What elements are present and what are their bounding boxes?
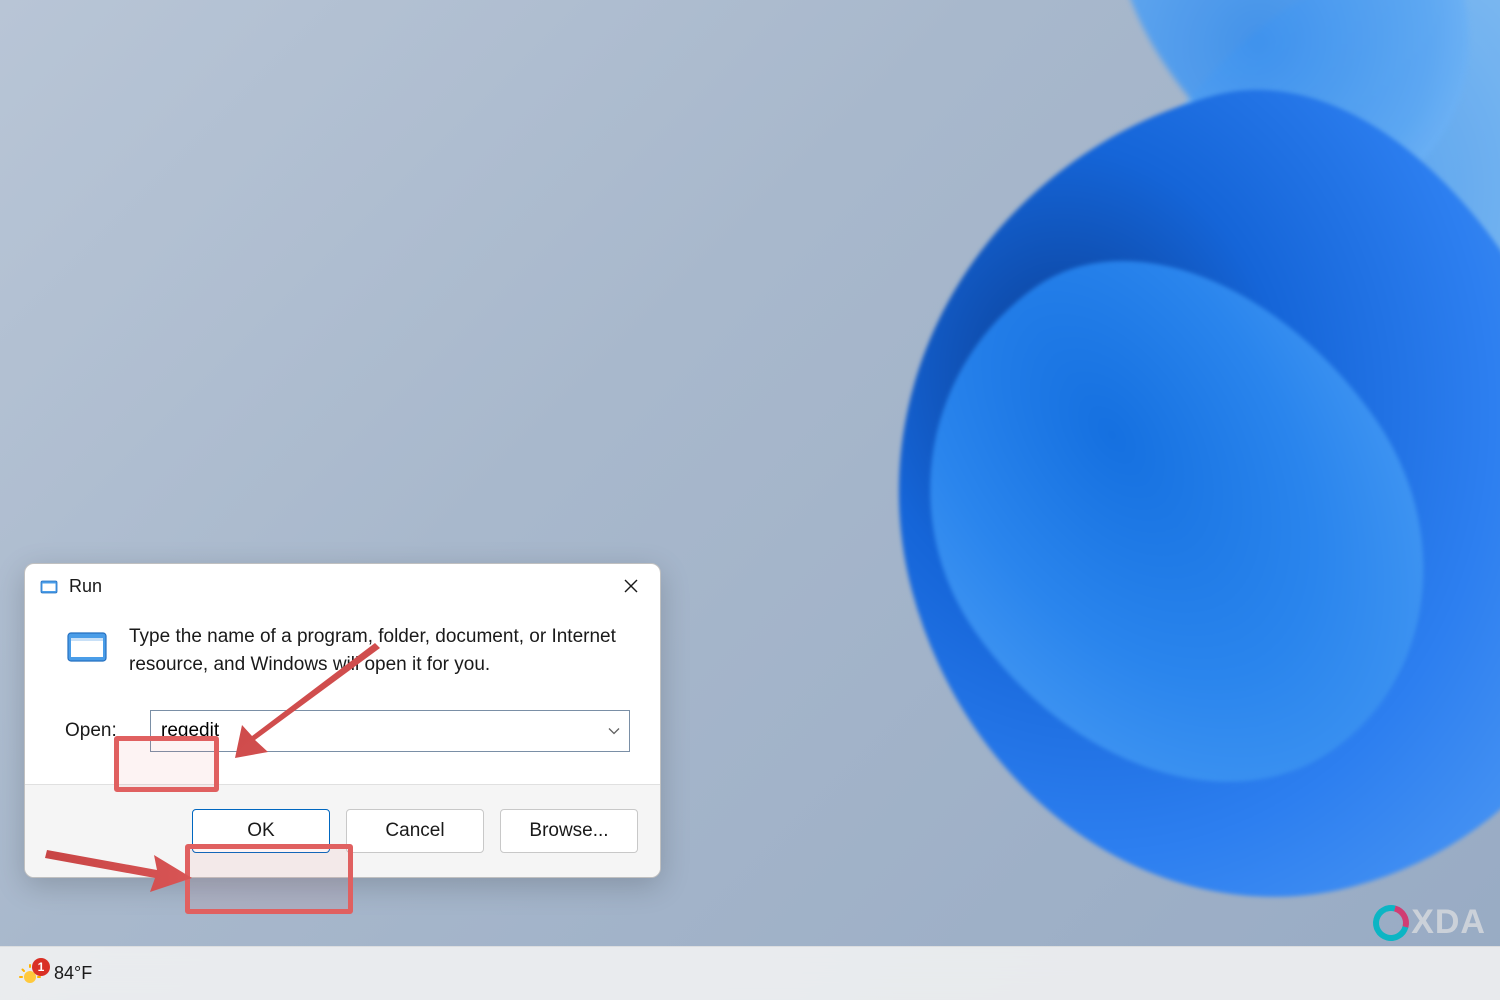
cancel-button[interactable]: Cancel: [346, 809, 484, 853]
titlebar[interactable]: Run: [25, 564, 660, 605]
run-program-icon: [65, 625, 109, 669]
open-label: Open:: [65, 720, 150, 742]
xda-logo-text: XDA: [1411, 903, 1486, 942]
close-button[interactable]: [602, 564, 660, 608]
xda-watermark: XDA: [1373, 903, 1486, 942]
dialog-title: Run: [69, 576, 102, 597]
xda-logo-icon: [1367, 898, 1416, 947]
run-dialog: Run Type the name of a program, folder, …: [24, 563, 661, 878]
weather-widget[interactable]: 1 84°F: [18, 960, 92, 988]
ok-button[interactable]: OK: [192, 809, 330, 853]
browse-button[interactable]: Browse...: [500, 809, 638, 853]
button-bar: OK Cancel Browse...: [25, 784, 660, 877]
dialog-description: Type the name of a program, folder, docu…: [129, 623, 634, 678]
taskbar[interactable]: 1 84°F: [0, 946, 1500, 1000]
run-dialog-icon: [39, 577, 59, 597]
weather-notification-badge: 1: [32, 958, 50, 976]
open-input[interactable]: [150, 710, 630, 752]
weather-temperature: 84°F: [54, 963, 92, 984]
